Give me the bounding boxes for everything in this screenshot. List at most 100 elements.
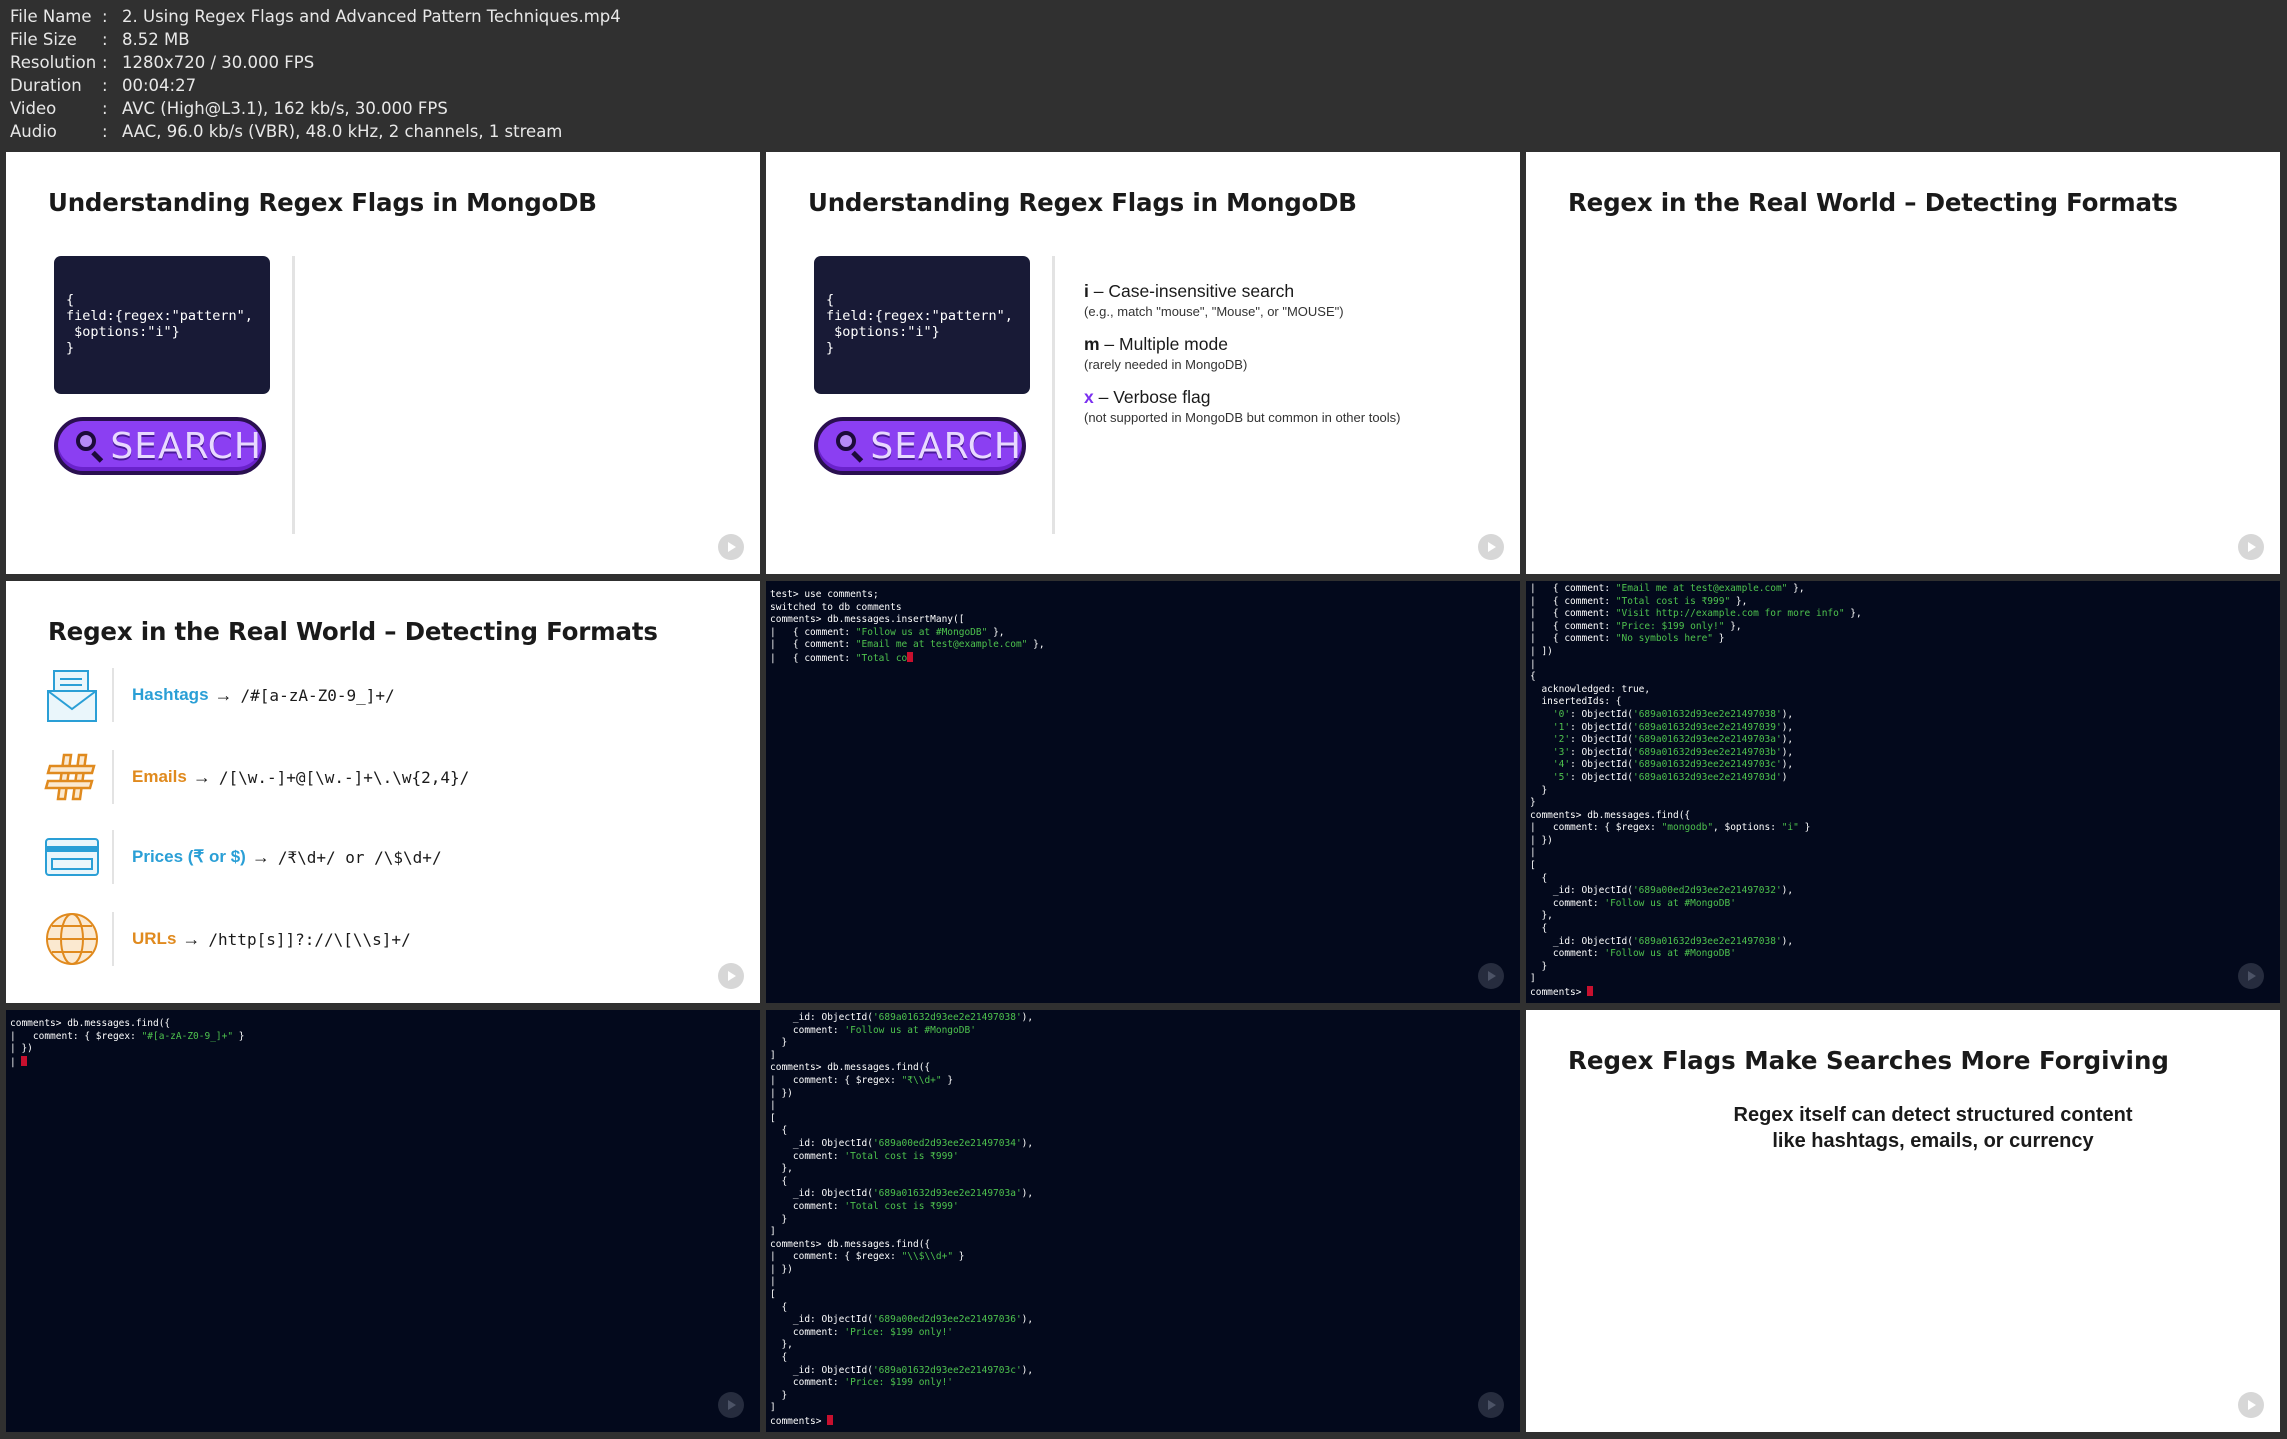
terminal-line: | { comment: "No symbols here" } [1530, 633, 1725, 645]
play-watermark-icon [718, 534, 744, 560]
code-line: field:{regex:"pattern", [826, 308, 1013, 324]
terminal-line: switched to db comments [770, 601, 902, 613]
terminal-line: _id: ObjectId('689a00ed2d93ee2e21497036'… [770, 1314, 1034, 1326]
thumbnail-4[interactable]: Regex in the Real World – Detecting Form… [6, 581, 760, 1003]
terminal-line: | }) [1530, 834, 1553, 846]
terminal-line: | comment: { $regex: "#[a-zA-Z0-9_]+" } [10, 1030, 245, 1042]
format-row-emails: Emails → /[\w.-]+@[\w.-]+\.\w{2,4}/ [44, 749, 469, 805]
thumbnail-2[interactable]: Understanding Regex Flags in MongoDB {fi… [766, 152, 1520, 574]
terminal-line: }, [770, 1339, 793, 1351]
credit-card-icon [44, 829, 100, 885]
meta-row: Resolution:1280x720 / 30.000 FPS [10, 51, 621, 74]
code-line: { [66, 292, 75, 308]
terminal-line: }, [770, 1163, 793, 1175]
arrow: → [192, 766, 211, 787]
terminal-line: { [770, 1301, 788, 1313]
terminal-line: | }) [770, 1263, 793, 1275]
terminal-line: | { comment: "Email me at test@example.c… [1530, 583, 1805, 594]
terminal-cursor [1587, 986, 1594, 996]
thumbnail-9[interactable]: Regex Flags Make Searches More Forgiving… [1526, 1010, 2280, 1432]
terminal-line: | [1530, 847, 1536, 859]
meta-row: Duration:00:04:27 [10, 74, 621, 97]
play-watermark-icon [2238, 963, 2264, 989]
meta-row: Video: AVC (High@L3.1), 162 kb/s, 30.000 … [10, 97, 621, 120]
envelope-icon [44, 667, 100, 723]
terminal-line: | }) [770, 1087, 793, 1099]
code-line: $options:"i"} [66, 324, 180, 340]
format-name: URLs [132, 929, 177, 948]
terminal-line: comments> db.messages.find({ [10, 1018, 171, 1029]
terminal-line: | comment: { $regex: "₹\\d+" } [770, 1074, 954, 1086]
hashtag-icon [44, 749, 100, 805]
format-name: Emails [132, 767, 187, 786]
slide-title: Regex in the Real World – Detecting Form… [48, 617, 658, 646]
magnifier-icon [72, 429, 104, 463]
search-graphic: SEARCH [54, 417, 266, 475]
code-snippet: {field:{regex:"pattern", $options:"i"}} [54, 256, 270, 394]
terminal-line: } [770, 1213, 788, 1225]
thumbnail-5-terminal[interactable]: test> use comments; switched to db commen… [766, 581, 1520, 1003]
terminal-line: } [770, 1389, 788, 1401]
thumbnail-6-terminal[interactable]: | { comment: "Email me at test@example.c… [1526, 581, 2280, 1003]
slide-body: Regex itself can detect structured conte… [1526, 1102, 2280, 1154]
arrow: → [251, 846, 270, 867]
code-line: { [826, 292, 835, 308]
meta-key: File Size [10, 30, 77, 49]
format-row-prices: Prices (₹ or $) → /₹\d+/ or /\$\d+/ [44, 829, 442, 885]
divider [112, 830, 114, 884]
terminal-line: { [770, 1352, 788, 1364]
terminal-line: comment: 'Follow us at #MongoDB' [770, 1024, 976, 1036]
flag-name: – Case-insensitive search [1088, 281, 1295, 301]
terminal-line: }, [1530, 910, 1553, 922]
format-row-urls: URLs → /http[s]]?://\[\\s]+/ [44, 911, 411, 967]
terminal-line: '4': ObjectId('689a01632d93ee2e2149703c'… [1552, 759, 1794, 771]
divider [1052, 256, 1055, 534]
thumbnail-7-terminal[interactable]: comments> db.messages.find({| comment: {… [6, 1010, 760, 1432]
terminal-cursor [827, 1415, 834, 1425]
terminal-output: | { comment: "Email me at test@example.c… [1530, 583, 1862, 999]
meta-key: Audio [10, 122, 57, 141]
slide-title: Understanding Regex Flags in MongoDB [48, 188, 597, 217]
terminal-line: } [770, 1037, 788, 1049]
terminal-line: comment: 'Follow us at #MongoDB' [1530, 948, 1736, 960]
meta-value: AAC, 96.0 kb/s (VBR), 48.0 kHz, 2 channe… [122, 122, 563, 141]
flag-key: x [1084, 387, 1094, 407]
play-watermark-icon [1478, 963, 1504, 989]
terminal-line: | [770, 1276, 776, 1288]
flag-key: m [1084, 334, 1100, 354]
terminal-output: _id: ObjectId('689a01632d93ee2e21497038'… [770, 1012, 1033, 1428]
play-watermark-icon [2238, 1392, 2264, 1418]
meta-value: 00:04:27 [122, 76, 197, 95]
terminal-line: '5': ObjectId('689a01632d93ee2e2149703d'… [1552, 771, 1788, 783]
slide-title: Understanding Regex Flags in MongoDB [808, 188, 1357, 217]
terminal-line: | comment: { $regex: "\\$\\d+" } [770, 1251, 965, 1263]
thumbnail-3[interactable]: Regex in the Real World – Detecting Form… [1526, 152, 2280, 574]
terminal-cursor [21, 1055, 28, 1066]
thumbnail-1[interactable]: Understanding Regex Flags in MongoDB {fi… [6, 152, 760, 574]
meta-separator: : [102, 30, 108, 49]
terminal-cursor [907, 651, 914, 662]
thumbnail-8-terminal[interactable]: _id: ObjectId('689a01632d93ee2e21497038'… [766, 1010, 1520, 1432]
flag-note: (e.g., match "mouse", "Mouse", or "MOUSE… [1084, 304, 1344, 319]
terminal-line: | [10, 1055, 245, 1069]
divider [112, 668, 114, 722]
terminal-line: | [770, 1100, 776, 1112]
divider [112, 750, 114, 804]
terminal-line: | { comment: "Follow us at #MongoDB" }, [770, 626, 1005, 638]
body-line: Regex itself can detect structured conte… [1733, 1104, 2133, 1126]
flag-note: (rarely needed in MongoDB) [1084, 357, 1248, 372]
flag-name: – Multiple mode [1099, 334, 1228, 354]
terminal-line: comments> db.messages.find({ [770, 1238, 931, 1250]
play-watermark-icon [1478, 1392, 1504, 1418]
meta-value: AVC (High@L3.1), 162 kb/s, 30.000 FPS [122, 99, 448, 118]
code-line: } [826, 340, 835, 356]
regex-pattern: /http[s]]?://\[\\s]+/ [208, 929, 411, 949]
terminal-line: { [1530, 923, 1548, 935]
terminal-line: acknowledged: true, [1530, 683, 1651, 695]
body-line: like hashtags, emails, or currency [1772, 1130, 2094, 1152]
terminal-line: ] [770, 1226, 776, 1238]
terminal-line: | { comment: "Visit http://example.com f… [1530, 608, 1862, 620]
terminal-line: { [1530, 872, 1548, 884]
search-graphic: SEARCH [814, 417, 1026, 475]
terminal-line: | { comment: "Total cost is ₹999" }, [1530, 595, 1748, 607]
